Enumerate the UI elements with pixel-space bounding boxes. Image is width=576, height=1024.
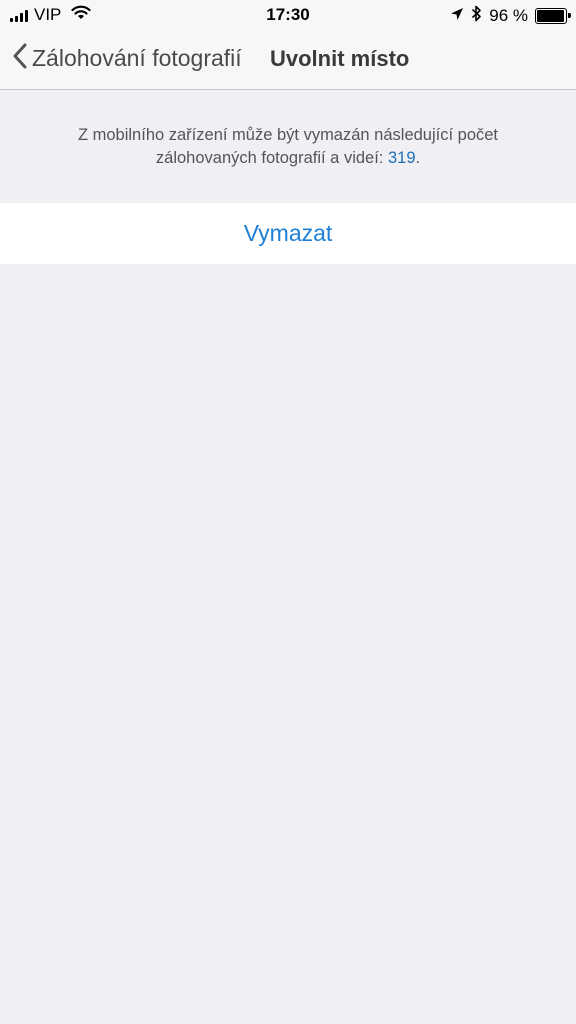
status-right: 96 % [450,5,571,27]
battery-tip [568,13,571,18]
back-button[interactable]: Zálohování fotografií [12,42,242,75]
delete-button-label: Vymazat [243,220,333,246]
back-label: Zálohování fotografií [32,45,242,71]
battery-percent: 96 % [489,6,528,25]
info-text: Z mobilního zařízení může být vymazán ná… [30,124,546,170]
chevron-left-icon [12,42,28,75]
bluetooth-icon [471,5,482,27]
screen: VIP 17:30 96 % Zálohování fotografií Uvo… [0,0,576,1024]
info-text-suffix: . [415,149,421,167]
photo-count: 319 [387,149,416,167]
status-bar: VIP 17:30 96 % [0,0,576,30]
battery-icon [535,8,571,24]
delete-button[interactable]: Vymazat [0,203,576,264]
location-arrow-icon [450,6,464,26]
info-text-prefix: Z mobilního zařízení může být vymazán ná… [77,126,499,167]
navigation-bar: Zálohování fotografií Uvolnit místo [0,30,576,90]
battery-fill [537,10,564,22]
page-title: Uvolnit místo [270,46,410,71]
